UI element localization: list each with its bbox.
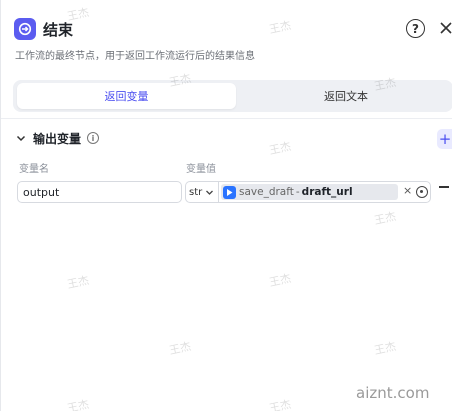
output-section-header[interactable]: 输出变量 i [15,128,100,148]
watermark: 王杰 [65,397,91,411]
watermark: 王杰 [267,271,293,290]
site-watermark: aiznt.com [356,384,430,402]
plugin-icon [223,185,236,199]
section-divider [1,118,452,119]
reference-chip[interactable]: save_draft - draft_url [221,184,398,200]
reference-field-name: draft_url [301,186,353,198]
return-mode-tabs: 返回变量 返回文本 [13,80,452,112]
output-section-title: 输出变量 [33,131,82,146]
watermark: 王杰 [372,339,398,358]
end-node-icon [14,18,36,40]
chevron-down-icon[interactable] [205,188,214,197]
column-header-value: 变量值 [186,164,216,175]
reference-node-name: save_draft [239,186,294,198]
tab-return-text[interactable]: 返回文本 [263,83,429,109]
watermark: 王杰 [267,139,293,158]
panel-header: 结束 ? 工作流的最终节点，用于返回工作流运行后的结果信息 [1,0,452,72]
tab-return-variables[interactable]: 返回变量 [17,83,236,109]
variable-name-input[interactable]: output [17,181,182,203]
chevron-down-icon[interactable] [15,132,27,144]
clear-icon[interactable]: × [403,184,412,197]
watermark: 王杰 [65,273,91,292]
node-title[interactable]: 结束 [43,19,73,40]
remove-variable-button[interactable] [439,186,449,188]
column-header-name: 变量名 [19,164,49,175]
variable-picker-icon[interactable] [416,186,428,198]
add-variable-button[interactable]: + [437,129,452,149]
close-icon[interactable] [438,18,452,38]
node-description: 工作流的最终节点，用于返回工作流运行后的结果信息 [15,51,255,62]
variable-reference-field[interactable]: save_draft - draft_url × [218,181,431,203]
help-icon[interactable]: ? [406,19,425,38]
watermark: 王杰 [167,339,193,358]
reference-separator: - [295,186,300,198]
info-icon[interactable]: i [87,132,100,144]
watermark: 王杰 [372,209,398,228]
end-node-panel: 结束 ? 工作流的最终节点，用于返回工作流运行后的结果信息 返回变量 返回文本 … [0,0,452,411]
watermark: 王杰 [267,397,293,411]
